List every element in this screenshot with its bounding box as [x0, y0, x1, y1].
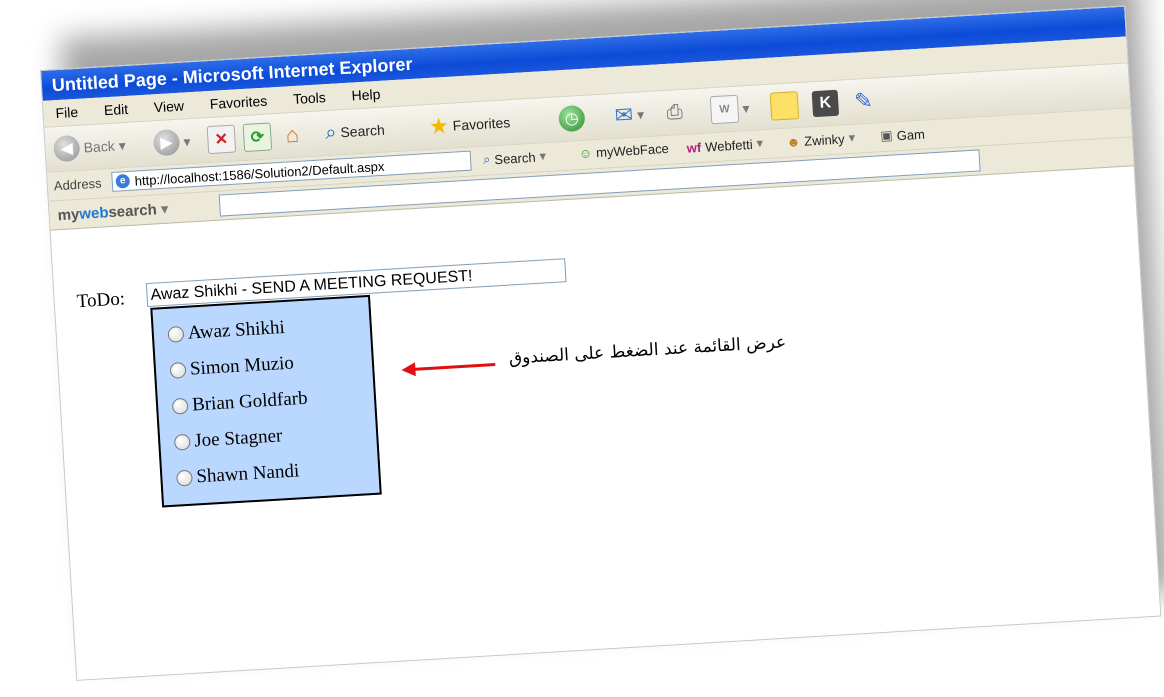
menu-tools[interactable]: Tools [293, 89, 327, 107]
forward-button[interactable]: ▶ ▾ [152, 127, 192, 157]
zwinky-icon: ☻ [786, 133, 801, 150]
research-button[interactable]: ✎ [853, 87, 874, 116]
chevron-down-icon: ▾ [539, 148, 547, 164]
k-icon: K [811, 89, 840, 118]
toolbar-search-button[interactable]: ⌕ Search ▾ [483, 148, 547, 168]
menu-edit[interactable]: Edit [103, 101, 128, 118]
stop-icon: ✕ [206, 124, 237, 155]
option-label: Shawn Nandi [195, 460, 300, 488]
refresh-icon: ⟳ [242, 122, 273, 153]
chevron-down-icon: ▾ [848, 129, 856, 146]
toolbar-search-label: Search [493, 149, 536, 167]
notes-button[interactable] [769, 91, 800, 121]
games-icon: ▣ [879, 127, 894, 144]
menu-favorites[interactable]: Favorites [209, 93, 267, 112]
mail-button[interactable]: ✉ ▾ [614, 100, 645, 130]
webfetti-icon: wf [686, 139, 702, 156]
chevron-down-icon: ▾ [118, 136, 127, 153]
mywebsearch-logo[interactable]: mywebsearch ▾ [57, 200, 169, 225]
messenger-button[interactable]: K [811, 89, 840, 118]
search-label: Search [339, 121, 386, 141]
mywebface-label: myWebFace [595, 140, 670, 161]
games-label: Gam [896, 126, 926, 143]
radio-button[interactable] [175, 469, 193, 487]
note-icon [769, 91, 800, 121]
forward-arrow-icon: ▶ [152, 128, 181, 157]
history-button[interactable]: ◷ [558, 104, 586, 133]
webfetti-button[interactable]: wf Webfetti ▾ [686, 135, 763, 156]
annotation-arrow-icon [401, 362, 496, 377]
back-button[interactable]: ◀ Back ▾ [52, 131, 127, 163]
todo-label: ToDo: [76, 288, 126, 313]
chevron-down-icon: ▾ [160, 200, 169, 219]
home-button[interactable]: ⌂ [279, 120, 307, 149]
option-label: Brian Goldfarb [191, 387, 309, 416]
home-icon: ⌂ [284, 121, 300, 148]
ie-page-icon: e [115, 173, 131, 189]
radio-button[interactable] [173, 433, 191, 451]
pen-icon: ✎ [853, 87, 874, 114]
history-icon: ◷ [558, 104, 586, 133]
word-icon: W [709, 94, 740, 125]
back-label: Back [83, 137, 116, 156]
zwinky-button[interactable]: ☻ Zwinky ▾ [786, 130, 855, 150]
radio-button[interactable] [171, 397, 189, 415]
option-label: Awaz Shikhi [187, 316, 286, 344]
edit-button[interactable]: W ▾ [709, 94, 751, 125]
stop-button[interactable]: ✕ [206, 124, 237, 155]
menu-file[interactable]: File [55, 104, 78, 121]
favorites-button[interactable]: ★ Favorites [428, 108, 511, 141]
star-icon: ★ [428, 112, 450, 140]
menu-help[interactable]: Help [351, 86, 381, 104]
radio-button[interactable] [167, 325, 185, 343]
printer-icon: ⎙ [665, 100, 684, 124]
back-arrow-icon: ◀ [52, 134, 81, 163]
mywebface-button[interactable]: ☺ myWebFace [578, 141, 669, 161]
chevron-down-icon: ▾ [182, 132, 191, 150]
search-icon: ⌕ [482, 151, 491, 167]
avatar-icon: ☺ [578, 145, 593, 162]
chevron-down-icon: ▾ [636, 105, 645, 123]
radio-button[interactable] [169, 361, 187, 379]
search-button[interactable]: ⌕ Search [324, 116, 386, 147]
webfetti-label: Webfetti [704, 136, 753, 155]
option-label: Simon Muzio [189, 352, 295, 380]
chevron-down-icon: ▾ [756, 135, 764, 151]
refresh-button[interactable]: ⟳ [242, 122, 273, 153]
todo-dropdown-list: Awaz Shikhi Simon Muzio Brian Goldfarb J… [150, 294, 382, 508]
games-button[interactable]: ▣ Gam [880, 126, 925, 145]
zwinky-label: Zwinky [803, 130, 846, 149]
favorites-label: Favorites [452, 114, 511, 134]
address-label: Address [53, 175, 102, 194]
option-label: Joe Stagner [193, 425, 283, 452]
annotation-text: عرض القائمة عند الضغط على الصندوق [508, 332, 787, 369]
menu-view[interactable]: View [153, 98, 184, 116]
mail-icon: ✉ [613, 101, 634, 128]
print-button[interactable]: ⎙ [666, 98, 684, 127]
screenshot-card: Untitled Page - Microsoft Internet Explo… [40, 5, 1162, 681]
chevron-down-icon: ▾ [742, 99, 750, 116]
search-icon: ⌕ [324, 121, 338, 144]
